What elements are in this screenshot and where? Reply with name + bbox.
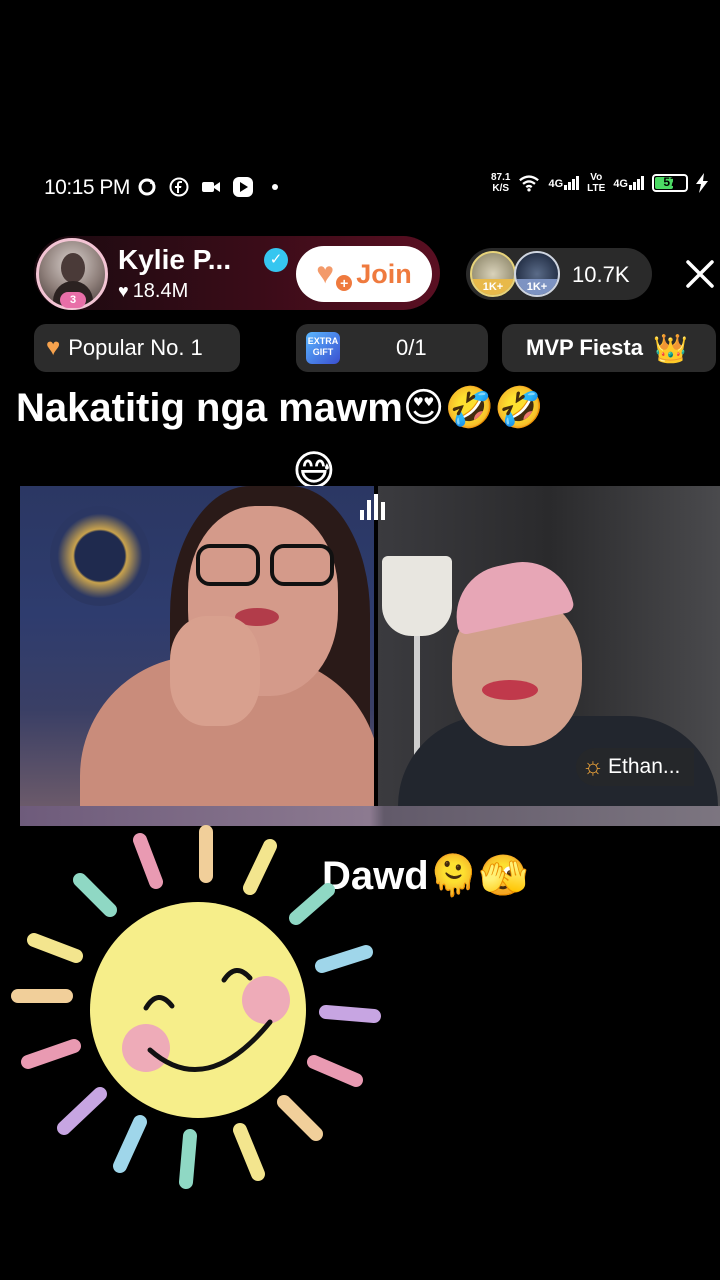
volte-top: Vo <box>590 172 603 183</box>
status-bar: 10:15 PM 87.1 K/S 4G Vo LTE 4G 57 <box>0 168 720 208</box>
battery-level: 57 <box>663 175 677 189</box>
viewer-tag-2: 1K+ <box>516 279 558 295</box>
top-viewer-avatar-2[interactable]: 1K+ <box>514 251 560 297</box>
sun-icon <box>11 825 381 1189</box>
net-speed: 87.1 K/S <box>491 172 510 194</box>
join-heart-plus-icon: ♥ + <box>316 259 353 291</box>
volte-indicator: Vo LTE <box>587 172 605 194</box>
play-icon <box>232 176 254 198</box>
extra-gift-icon: EXTRA GIFT <box>306 332 340 364</box>
net-speed-value: 87.1 <box>491 172 511 183</box>
host-level-badge: 3 <box>60 292 86 308</box>
guest-name-tag[interactable]: ☼ Ethan... <box>576 748 695 786</box>
join-label: Join <box>356 258 412 289</box>
viewer-tag-1: 1K+ <box>472 279 514 295</box>
volte-bottom: LTE <box>587 183 606 194</box>
avatar-face <box>61 253 85 283</box>
host-glasses <box>190 544 340 588</box>
popular-heart-icon: ♥ <box>46 334 61 361</box>
charging-icon <box>696 172 708 194</box>
caption-line-1: Nakatitig nga mawm😍🤣🤣 <box>16 386 545 430</box>
video-icon <box>200 176 222 198</box>
viewer-count[interactable]: 10.7K <box>572 262 630 288</box>
signal-bars-icon <box>564 176 580 190</box>
sun-small-icon: ☼ <box>582 753 604 780</box>
verified-icon: ✓ <box>264 248 288 272</box>
gift-progress-value: 0/1 <box>396 335 427 360</box>
host-likes: ♥ 18.4M <box>118 280 188 303</box>
status-time: 10:15 PM <box>44 176 130 199</box>
sync-icon <box>136 176 158 198</box>
gift-progress-badge[interactable]: EXTRA GIFT 0/1 <box>296 324 488 372</box>
facebook-icon <box>168 176 190 198</box>
signal-2: 4G <box>613 176 644 190</box>
signal-1-label: 4G <box>548 178 564 190</box>
close-icon[interactable] <box>680 254 720 294</box>
popular-rank-badge[interactable]: ♥ Popular No. 1 <box>34 324 240 372</box>
wifi-icon <box>518 172 540 194</box>
host-hand <box>170 616 260 726</box>
signal-1: 4G <box>548 176 580 190</box>
heart-icon: ♥ <box>118 281 129 301</box>
status-system-icons: 87.1 K/S 4G Vo LTE 4G 57 <box>491 172 708 194</box>
audio-bars-icon <box>360 490 392 520</box>
mvp-label: MVP Fiesta <box>526 335 643 360</box>
host-likes-count: 18.4M <box>132 280 189 302</box>
guest-name: Ethan... <box>608 755 681 778</box>
signal-2-label: 4G <box>613 178 628 190</box>
mvp-fiesta-badge[interactable]: MVP Fiesta 👑 <box>502 324 716 372</box>
crown-icon: 👑 <box>652 332 688 364</box>
wall-decoration <box>50 506 150 606</box>
net-speed-unit: K/S <box>492 183 510 194</box>
host-video[interactable] <box>20 486 374 806</box>
popular-label: Popular No. 1 <box>68 335 203 360</box>
signal-bars-icon <box>629 176 644 190</box>
host-name[interactable]: Kylie P... <box>118 244 231 276</box>
join-button[interactable]: ♥ + Join <box>296 246 432 302</box>
top-viewer-avatar-1[interactable]: 1K+ <box>470 251 516 297</box>
guest-lips <box>482 680 538 700</box>
status-notification-icons <box>136 176 286 198</box>
battery-indicator: 57 <box>652 174 688 192</box>
dot-icon <box>264 176 286 198</box>
lamp <box>382 556 452 636</box>
